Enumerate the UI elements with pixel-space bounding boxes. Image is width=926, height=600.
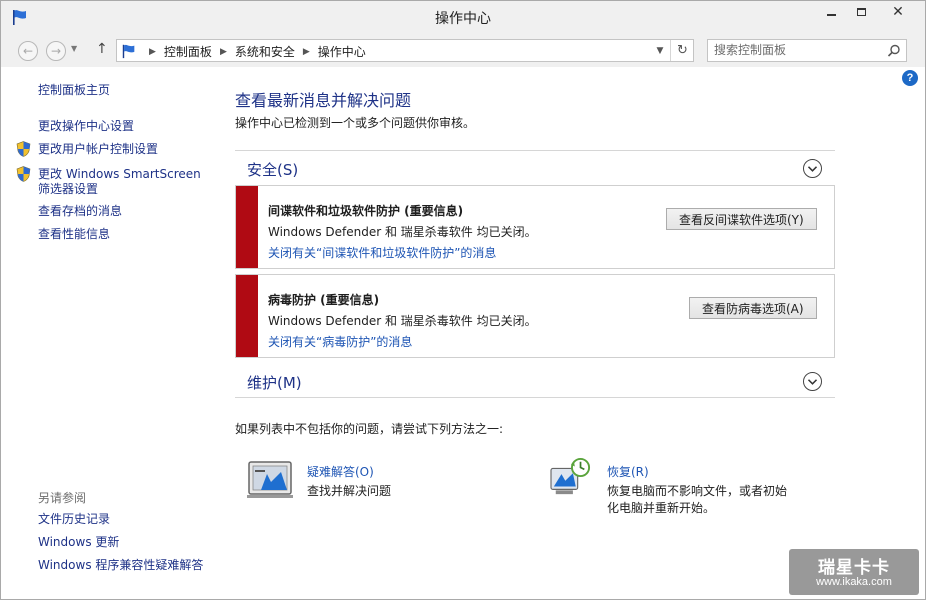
alert-title: 间谍软件和垃圾软件防护 (重要信息)	[268, 204, 464, 218]
alert-title: 病毒防护 (重要信息)	[268, 293, 380, 307]
security-section-label[interactable]: 安全(S)	[247, 159, 298, 180]
chevron-down-icon	[808, 165, 817, 172]
watermark-logo: 瑞星卡卡 www.ikaka.com	[789, 549, 919, 595]
search-input[interactable]	[714, 43, 874, 57]
watermark-url: www.ikaka.com	[816, 576, 892, 588]
troubleshooting-link[interactable]: 疑难解答(O)	[307, 463, 374, 480]
see-also-heading: 另请参阅	[38, 491, 87, 505]
forward-arrow-icon: →	[50, 44, 62, 58]
maximize-icon	[856, 8, 866, 16]
view-antivirus-options-button[interactable]: 查看防病毒选项(A)	[689, 297, 817, 319]
collapse-security-button[interactable]	[803, 159, 822, 178]
main-content: 查看最新消息并解决问题 操作中心已检测到一个或多个问题供你审核。 安全(S) 间…	[235, 67, 895, 587]
chevron-down-icon: ▼	[656, 46, 664, 56]
recent-locations-dropdown[interactable]: ▼	[71, 44, 77, 53]
change-smartscreen-settings-link[interactable]: 更改 Windows SmartScreen 筛选器设置	[38, 167, 201, 197]
help-icon[interactable]: ?	[902, 70, 918, 86]
navigation-bar: ← → ▼ ↑ ▶ 控制面板 ▶ 系统和安全 ▶ 操作中心 ▼ ↻	[1, 33, 925, 67]
view-performance-info-link[interactable]: 查看性能信息	[38, 227, 110, 242]
alert-body: Windows Defender 和 瑞星杀毒软件 均已关闭。	[268, 314, 537, 328]
smartscreen-link-line1[interactable]: 更改 Windows SmartScreen	[38, 167, 201, 182]
virus-protection-alert: 病毒防护 (重要信息) Windows Defender 和 瑞星杀毒软件 均已…	[235, 274, 835, 358]
breadcrumb-separator-icon[interactable]: ▶	[220, 47, 227, 57]
maintenance-section-header[interactable]: 维护(M)	[235, 364, 835, 398]
search-icon[interactable]	[886, 43, 902, 59]
minimize-button[interactable]	[816, 1, 846, 23]
expand-maintenance-button[interactable]	[803, 372, 822, 391]
refresh-icon: ↻	[677, 43, 688, 58]
recovery-desc-line2: 化电脑并重新开始。	[607, 501, 716, 515]
breadcrumb-control-panel[interactable]: 控制面板	[164, 43, 212, 60]
watermark-brand: 瑞星卡卡	[818, 558, 890, 578]
change-uac-settings-link[interactable]: 更改用户帐户控制设置	[38, 142, 158, 157]
smartscreen-link-line2[interactable]: 筛选器设置	[38, 182, 201, 197]
turn-off-spyware-messages-link[interactable]: 关闭有关“间谍软件和垃圾软件防护”的消息	[268, 244, 496, 261]
uac-shield-icon	[16, 141, 31, 157]
close-icon: ✕	[892, 4, 904, 20]
title-bar: 操作中心 ✕	[1, 1, 925, 33]
search-box[interactable]	[707, 39, 907, 62]
forward-button[interactable]: →	[46, 41, 66, 61]
breadcrumb-separator-icon[interactable]: ▶	[303, 47, 310, 57]
left-pane: 控制面板主页 更改操作中心设置 更改用户帐户控制设置 更改 Windows Sm…	[1, 67, 216, 597]
maintenance-section-label[interactable]: 维护(M)	[247, 372, 302, 393]
recovery-desc: 恢复电脑而不影响文件，或者初始 化电脑并重新开始。	[607, 483, 787, 517]
breadcrumb-action-center[interactable]: 操作中心	[318, 43, 366, 60]
page-subtitle: 操作中心已检测到一个或多个问题供你审核。	[235, 116, 476, 130]
back-button[interactable]: ←	[18, 41, 38, 61]
breadcrumb-system-security[interactable]: 系统和安全	[235, 43, 295, 60]
recovery-desc-line1: 恢复电脑而不影响文件，或者初始	[607, 484, 788, 498]
recovery-link[interactable]: 恢复(R)	[607, 463, 649, 480]
breadcrumb-separator-icon[interactable]: ▶	[149, 47, 156, 57]
alert-severity-bar	[236, 186, 258, 268]
chevron-down-icon	[808, 378, 817, 385]
troubleshooting-icon[interactable]	[247, 460, 295, 500]
change-action-center-settings-link[interactable]: 更改操作中心设置	[38, 119, 134, 134]
address-dropdown-button[interactable]: ▼	[651, 42, 669, 60]
chevron-down-icon: ▼	[71, 44, 78, 53]
control-panel-home-link[interactable]: 控制面板主页	[38, 83, 110, 98]
hint-text: 如果列表中不包括你的问题，请尝试下列方法之一:	[235, 422, 504, 436]
recovery-icon[interactable]	[547, 457, 595, 497]
up-button[interactable]: ↑	[96, 41, 108, 57]
window-title: 操作中心	[435, 11, 491, 27]
troubleshooting-desc: 查找并解决问题	[307, 484, 392, 498]
alert-severity-bar	[236, 275, 258, 357]
breadcrumb: ▶ 控制面板 ▶ 系统和安全 ▶ 操作中心	[141, 43, 366, 60]
minimize-icon	[826, 14, 836, 16]
address-bar[interactable]: ▶ 控制面板 ▶ 系统和安全 ▶ 操作中心 ▼ ↻	[116, 39, 694, 62]
uac-shield-icon	[16, 166, 31, 182]
back-arrow-icon: ←	[22, 44, 34, 58]
view-antispyware-options-button[interactable]: 查看反间谍软件选项(Y)	[666, 208, 817, 230]
control-panel-flag-icon	[122, 44, 135, 59]
windows-update-link[interactable]: Windows 更新	[38, 535, 119, 550]
refresh-button[interactable]: ↻	[670, 40, 694, 61]
view-archived-messages-link[interactable]: 查看存档的消息	[38, 204, 122, 219]
close-button[interactable]: ✕	[876, 1, 920, 23]
program-compatibility-troubleshooter-link[interactable]: Windows 程序兼容性疑难解答	[38, 558, 203, 573]
security-section-header[interactable]: 安全(S)	[235, 150, 835, 184]
maximize-button[interactable]	[846, 1, 876, 23]
turn-off-virus-messages-link[interactable]: 关闭有关“病毒防护”的消息	[268, 333, 412, 350]
alert-body: Windows Defender 和 瑞星杀毒软件 均已关闭。	[268, 225, 537, 239]
action-center-window: 操作中心 ✕ ← → ▼ ↑ ▶ 控制面板 ▶ 系统和安全 ▶ 操作中心 ▼ ↻	[0, 0, 926, 600]
up-arrow-icon: ↑	[96, 41, 108, 57]
spyware-protection-alert: 间谍软件和垃圾软件防护 (重要信息) Windows Defender 和 瑞星…	[235, 185, 835, 269]
file-history-link[interactable]: 文件历史记录	[38, 512, 110, 527]
page-title: 查看最新消息并解决问题	[235, 91, 412, 110]
